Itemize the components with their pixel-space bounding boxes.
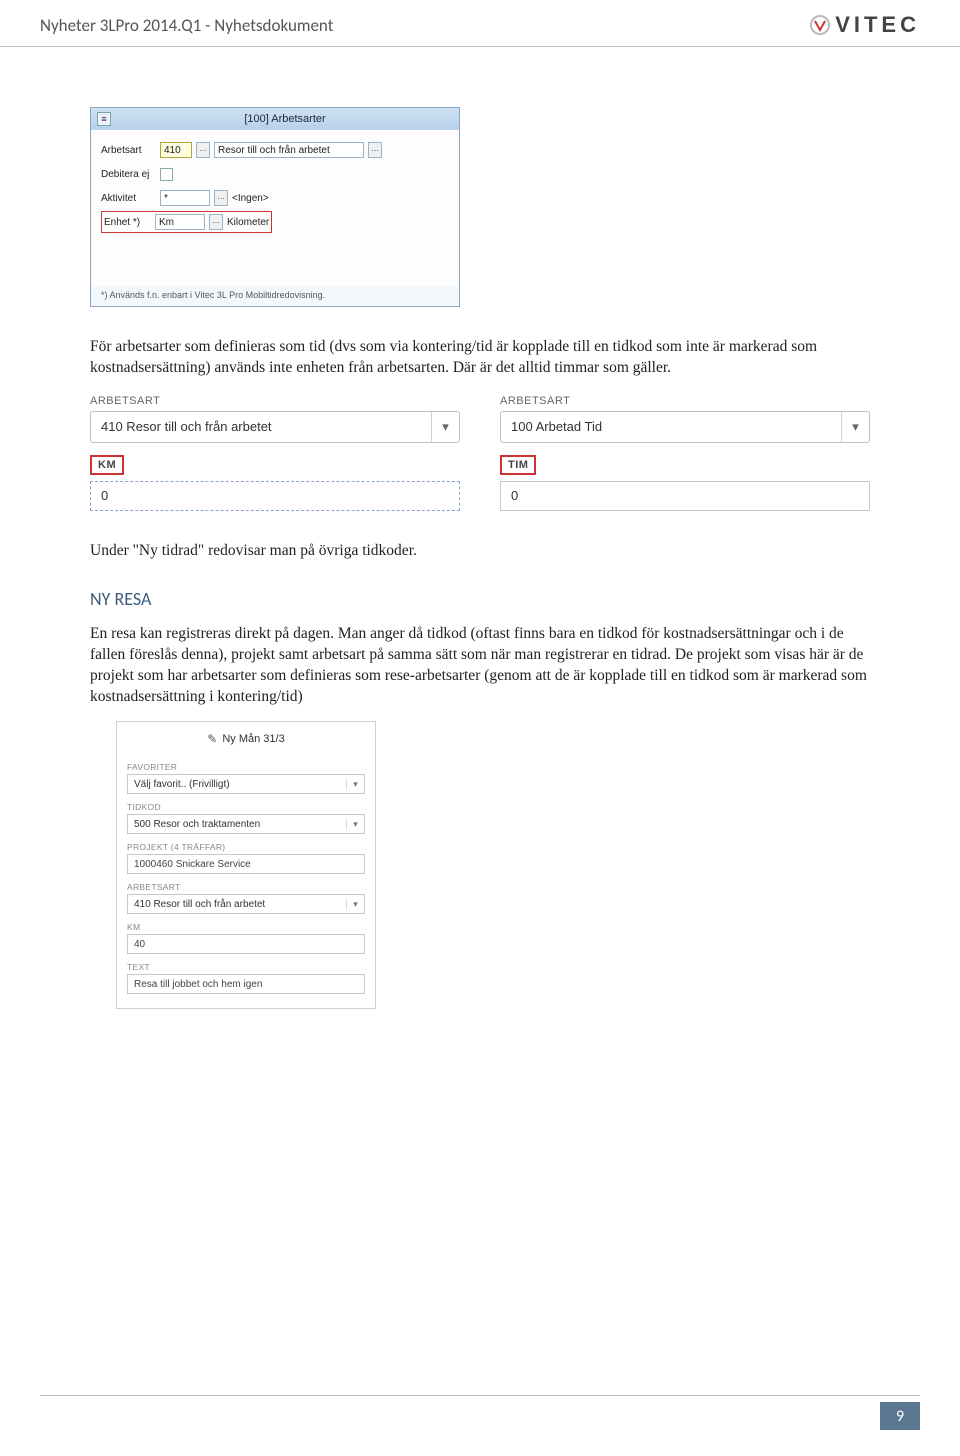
tim-input[interactable]: 0	[500, 481, 870, 511]
aktivitet-picker[interactable]: ⋯	[214, 190, 228, 206]
km-input[interactable]: 0	[90, 481, 460, 511]
doc-title: Nyheter 3LPro 2014.Q1 - Nyhetsdokument	[40, 15, 333, 36]
brand-text: VITEC	[835, 12, 920, 38]
aktivitet-code-field[interactable]: *	[160, 190, 210, 206]
arbetsart-dropdown-right[interactable]: 100 Arbetad Tid ▾	[500, 411, 870, 443]
paragraph-3: En resa kan registreras direkt på dagen.…	[90, 624, 870, 708]
tidkod-select[interactable]: 500 Resor och traktamenten ▾	[127, 814, 365, 834]
projekt-field[interactable]: 1000460 Snickare Service	[127, 854, 365, 874]
label-arbetsart: ARBETSART	[127, 882, 365, 892]
row-aktivitet: Aktivitet * ⋯ <Ingen>	[101, 188, 449, 208]
arbetsart-select[interactable]: 410 Resor till och från arbetet ▾	[127, 894, 365, 914]
favoriter-value: Välj favorit.. (Frivilligt)	[128, 779, 346, 790]
paragraph-2: Under "Ny tidrad" redovisar man på övrig…	[90, 541, 870, 562]
arbetsart-code-picker[interactable]: ⋯	[196, 142, 210, 158]
label-km: KM	[127, 922, 365, 932]
label-aktivitet: Aktivitet	[101, 193, 156, 204]
row-arbetsart: Arbetsart 410 ⋯ Resor till och från arbe…	[101, 140, 449, 160]
row-enhet: Enhet *) Km ⋯ Kilometer	[101, 212, 449, 232]
window-titlebar: ≡ [100] Arbetsarter	[91, 108, 459, 130]
ny-resa-form: ✎ Ny Mån 31/3 FAVORITER Välj favorit.. (…	[116, 721, 376, 1009]
enhet-footnote: *) Används f.n. enbart i Vitec 3L Pro Mo…	[91, 286, 459, 304]
label-favoriter: FAVORITER	[127, 762, 365, 772]
caption-right: ARBETSART	[500, 395, 870, 407]
projekt-value: 1000460 Snickare Service	[134, 859, 251, 870]
aktivitet-desc: <Ingen>	[232, 193, 269, 204]
chevron-down-icon: ▾	[346, 899, 364, 910]
logo-mark-icon	[809, 14, 831, 36]
enhet-picker[interactable]: ⋯	[209, 214, 223, 230]
unit-km-badge: KM	[90, 455, 124, 475]
arbetsart-value: 410 Resor till och från arbetet	[128, 899, 346, 910]
arbetsart-dropdowns: ARBETSART 410 Resor till och från arbete…	[90, 395, 870, 511]
text-value: Resa till jobbet och hem igen	[134, 979, 262, 990]
debitera-checkbox[interactable]	[160, 168, 173, 181]
dropdown-right-value: 100 Arbetad Tid	[501, 419, 841, 434]
paragraph-1: För arbetsarter som definieras som tid (…	[90, 337, 870, 379]
arbetsart-desc-field[interactable]: Resor till och från arbetet	[214, 142, 364, 158]
favoriter-select[interactable]: Välj favorit.. (Frivilligt) ▾	[127, 774, 365, 794]
dropdown-left-value: 410 Resor till och från arbetet	[91, 419, 431, 434]
page-header: Nyheter 3LPro 2014.Q1 - Nyhetsdokument V…	[0, 0, 960, 47]
edit-icon: ✎	[207, 732, 217, 746]
page-content: ≡ [100] Arbetsarter Arbetsart 410 ⋯ Reso…	[0, 47, 960, 1009]
dropdown-left-col: ARBETSART 410 Resor till och från arbete…	[90, 395, 460, 511]
row-debitera: Debitera ej	[101, 164, 449, 184]
arbetsarter-window: ≡ [100] Arbetsarter Arbetsart 410 ⋯ Reso…	[90, 107, 460, 307]
label-enhet: Enhet *)	[104, 217, 151, 228]
caption-left: ARBETSART	[90, 395, 460, 407]
enhet-code-field[interactable]: Km	[155, 214, 205, 230]
arbetsart-desc-picker[interactable]: ⋯	[368, 142, 382, 158]
window-menu-icon[interactable]: ≡	[97, 112, 111, 126]
text-field[interactable]: Resa till jobbet och hem igen	[127, 974, 365, 994]
km-field[interactable]: 40	[127, 934, 365, 954]
page-footer: 9	[40, 1395, 920, 1430]
arbetsart-code-field[interactable]: 410	[160, 142, 192, 158]
form-header: ✎ Ny Mån 31/3	[117, 722, 375, 762]
chevron-down-icon: ▾	[346, 779, 364, 790]
page-number: 9	[880, 1402, 920, 1430]
window-title: [100] Arbetsarter	[117, 113, 453, 125]
label-arbetsart: Arbetsart	[101, 145, 156, 156]
chevron-down-icon: ▾	[431, 412, 459, 442]
arbetsart-dropdown-left[interactable]: 410 Resor till och från arbetet ▾	[90, 411, 460, 443]
unit-tim-badge: TIM	[500, 455, 536, 475]
label-debitera: Debitera ej	[101, 169, 156, 180]
dropdown-right-col: ARBETSART 100 Arbetad Tid ▾ TIM 0	[500, 395, 870, 511]
label-text: TEXT	[127, 962, 365, 972]
label-projekt: PROJEKT (4 träffar)	[127, 842, 365, 852]
brand-logo: VITEC	[809, 12, 920, 38]
label-tidkod: TIDKOD	[127, 802, 365, 812]
chevron-down-icon: ▾	[346, 819, 364, 830]
chevron-down-icon: ▾	[841, 412, 869, 442]
tidkod-value: 500 Resor och traktamenten	[128, 819, 346, 830]
km-value: 40	[134, 939, 145, 950]
form-header-text: Ny Mån 31/3	[222, 733, 284, 745]
enhet-desc: Kilometer	[227, 217, 269, 228]
heading-ny-resa: NY RESA	[90, 588, 870, 610]
